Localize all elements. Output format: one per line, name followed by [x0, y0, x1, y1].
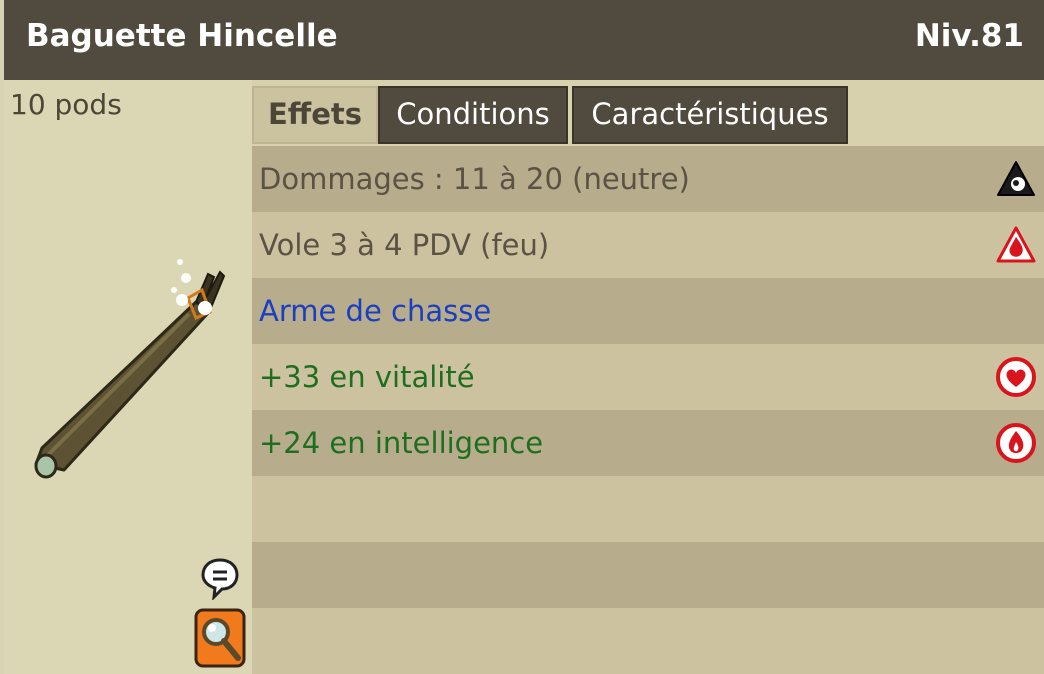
- tab-caracteristiques[interactable]: Caractéristiques: [572, 86, 848, 144]
- vitality-heart-icon: [996, 357, 1036, 397]
- item-weight: 10 pods: [10, 88, 122, 121]
- wand-item-image: [34, 259, 226, 479]
- tab-effets[interactable]: Effets: [252, 86, 378, 144]
- effect-text: Dommages : 11 à 20 (neutre): [259, 162, 690, 196]
- effect-text: +24 en intelligence: [259, 426, 544, 460]
- neutral-element-icon: [997, 161, 1035, 196]
- effect-row-hunting: Arme de chasse: [252, 278, 1044, 344]
- item-tooltip: Baguette Hincelle Niv.81 10 pods Effets …: [0, 0, 1044, 674]
- fire-element-icon: [996, 226, 1036, 263]
- effects-list: Dommages : 11 à 20 (neutre) Vole 3 à 4 P…: [252, 146, 1044, 674]
- item-name: Baguette Hincelle: [26, 18, 338, 54]
- chat-bubble-icon[interactable]: [200, 556, 240, 600]
- effect-text: Arme de chasse: [259, 294, 492, 328]
- inspect-magnifier-button[interactable]: [194, 608, 246, 668]
- item-header: Baguette Hincelle Niv.81: [4, 0, 1044, 80]
- details-panel: Effets Conditions Caractéristiques Domma…: [252, 80, 1044, 674]
- effect-row-empty: [252, 542, 1044, 608]
- tab-bar: Effets Conditions Caractéristiques: [252, 84, 1044, 146]
- effect-row-damage: Dommages : 11 à 20 (neutre): [252, 146, 1044, 212]
- effect-text: Vole 3 à 4 PDV (feu): [259, 228, 550, 262]
- effect-row-empty: [252, 608, 1044, 674]
- effect-row-steal: Vole 3 à 4 PDV (feu): [252, 212, 1044, 278]
- effect-row-vitality: +33 en vitalité: [252, 344, 1044, 410]
- item-image-panel: 10 pods: [4, 80, 252, 674]
- effect-row-empty: [252, 476, 1044, 542]
- tab-conditions[interactable]: Conditions: [378, 86, 568, 144]
- item-level: Niv.81: [914, 18, 1024, 54]
- effect-text: +33 en vitalité: [259, 360, 475, 394]
- effect-row-intelligence: +24 en intelligence: [252, 410, 1044, 476]
- intelligence-flame-icon: [996, 423, 1036, 463]
